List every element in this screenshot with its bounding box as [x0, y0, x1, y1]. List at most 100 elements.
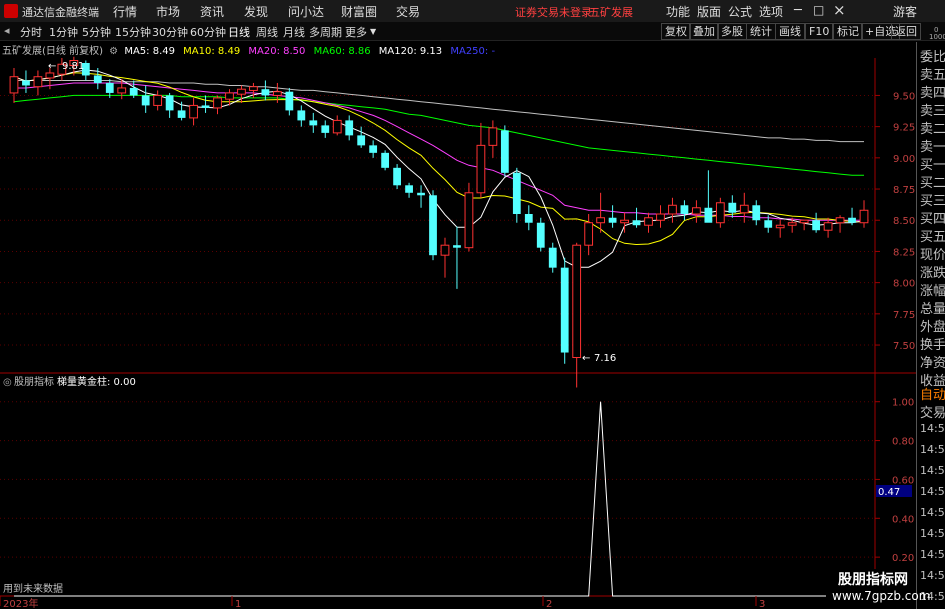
candle-body: [117, 87, 127, 94]
candle-body: [237, 88, 246, 95]
candle-body: [572, 244, 582, 359]
candle-body: [345, 120, 354, 136]
high-arrow-icon: ←: [48, 61, 56, 72]
candle-body: [715, 202, 725, 224]
ind-tick-label: 0.40: [892, 514, 914, 525]
candle-body: [548, 247, 557, 268]
ind-tick-label: 1.00: [892, 398, 914, 409]
candle-body: [560, 267, 569, 353]
candle-body: [429, 195, 437, 256]
candle-body: [297, 110, 306, 121]
candle-body: [835, 217, 845, 224]
candle-body: [812, 220, 821, 231]
candle-body: [739, 204, 749, 214]
side-trade[interactable]: 交易: [920, 402, 945, 421]
side-label-6: 买一: [920, 158, 945, 173]
candle-body: [225, 92, 234, 100]
side-label-16: 换手: [920, 338, 945, 353]
candle-body: [524, 214, 533, 223]
price-chart[interactable]: 9.50 9.25 9.00 8.75 8.50 8.25 8.00 7.75 7.50 1.0…: [0, 0, 916, 609]
candle-body: [332, 119, 342, 134]
price-tick-label: 8.25: [893, 247, 915, 258]
indicator-eye-icon: ◎: [3, 377, 12, 388]
time-tick-label: 2023年: [3, 597, 38, 609]
indicator-series-label: 梯量黄金柱: 0.00: [57, 375, 136, 388]
ma10-line: [13, 72, 865, 246]
future-data-label: 用到未来数据: [3, 582, 63, 595]
candle-body: [153, 94, 163, 106]
ind-tick-label: 0.20: [892, 553, 914, 564]
candle-body: [512, 172, 521, 214]
candle-body: [369, 145, 378, 153]
candle-body: [22, 80, 30, 86]
side-time-0: 14:56: [920, 422, 945, 435]
candle-body: [453, 245, 461, 248]
quote-side-panel: 0 1000 委比 卖五 卖四 卖三 卖二 卖一 买一 买二 买三 买四 买五 现价 涨跌 涨幅 总量 外盘换…: [916, 26, 945, 609]
ind-tick-label: 0.80: [892, 437, 914, 448]
candle-body: [405, 185, 413, 193]
candle-body: [165, 95, 174, 111]
side-time-4: 14:56: [920, 506, 945, 519]
price-tick-label: 9.25: [893, 123, 915, 134]
horizontal-grid: [0, 94, 875, 346]
candle-body: [632, 220, 641, 226]
candle-body: [417, 192, 425, 196]
side-label-8: 买三: [920, 194, 945, 209]
candle-body: [261, 89, 270, 96]
candle-body: [105, 82, 114, 93]
indicator-line: [14, 401, 864, 597]
watermark-title: 股朋指标网: [838, 572, 908, 588]
candlesticks: [9, 56, 869, 388]
price-tick-label: 9.50: [893, 91, 915, 102]
candle-body: [381, 152, 390, 168]
indicator-name: 股朋指标: [14, 375, 54, 388]
side-time-2: 14:56: [920, 464, 945, 477]
side-auto-trade[interactable]: 自动: [920, 384, 945, 403]
side-label-17: 净资: [920, 356, 945, 371]
side-label-13: 涨幅: [920, 284, 945, 299]
candle-body: [608, 217, 617, 223]
time-tick-label: 3: [759, 599, 765, 609]
side-time-1: 14:56: [920, 443, 945, 456]
candle-body: [787, 222, 797, 226]
candle-body: [33, 76, 43, 88]
ind-tick-label: 0.60: [892, 475, 914, 486]
watermark: 股朋指标网 www.7gpzb.com: [826, 569, 930, 609]
candle-body: [309, 120, 318, 126]
indicator-grid: 1.00 0.80 0.60 0.40 0.20: [0, 398, 914, 564]
candle-body: [93, 75, 102, 83]
candle-body: [213, 97, 222, 109]
price-tick-label: 7.50: [893, 341, 915, 352]
side-label-1: 卖五: [920, 68, 945, 83]
side-label-12: 涨跌: [920, 266, 945, 281]
ma60-line: [13, 94, 864, 176]
side-label-11: 现价: [920, 248, 945, 263]
high-price-label: 9.81: [62, 61, 84, 72]
candle-body: [692, 207, 701, 215]
side-label-2: 卖四: [920, 86, 945, 101]
price-tick-label: 7.75: [893, 310, 915, 321]
candle-body: [848, 217, 856, 223]
candle-body: [584, 222, 594, 246]
side-label-9: 买四: [920, 212, 945, 227]
side-time-7: 14:56: [920, 569, 945, 582]
candle-body: [859, 209, 869, 224]
side-label-10: 买五: [920, 230, 945, 245]
ma5-line: [13, 69, 865, 268]
candle-body: [775, 224, 785, 229]
candle-body: [823, 222, 833, 231]
side-time-6: 14:56: [920, 548, 945, 561]
side-label-3: 卖三: [920, 104, 945, 119]
candle-body: [9, 76, 19, 94]
indicator-series-line: [14, 401, 864, 597]
candle-body: [644, 217, 653, 226]
candle-body: [620, 219, 629, 224]
candle-body: [728, 202, 737, 213]
candle-body: [476, 144, 486, 194]
candle-body: [680, 205, 689, 214]
candle-body: [440, 244, 450, 256]
side-label-7: 买二: [920, 176, 945, 191]
candle-body: [285, 91, 294, 111]
side-label-15: 外盘: [920, 320, 945, 335]
price-tick-label: 8.50: [893, 216, 915, 227]
